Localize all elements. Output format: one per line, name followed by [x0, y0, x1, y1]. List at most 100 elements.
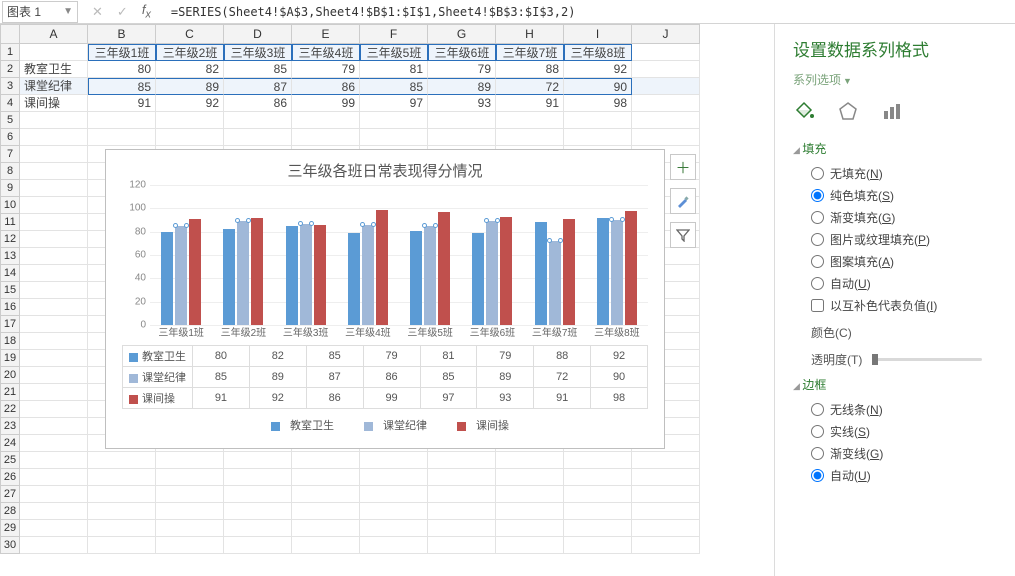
cell[interactable] — [632, 520, 700, 537]
bar-cluster[interactable] — [399, 185, 461, 325]
bar[interactable] — [348, 233, 360, 325]
cell[interactable] — [564, 469, 632, 486]
chart-plot-area[interactable]: 020406080100120 三年级1班三年级2班三年级3班三年级4班三年级5… — [106, 185, 664, 325]
row-header[interactable]: 3 — [0, 78, 20, 95]
cell[interactable] — [224, 469, 292, 486]
cell[interactable]: 79 — [428, 61, 496, 78]
cell[interactable] — [20, 197, 88, 214]
cell[interactable]: 三年级7班 — [496, 44, 564, 61]
cell[interactable]: 92 — [564, 61, 632, 78]
col-header[interactable]: I — [564, 24, 632, 44]
cell[interactable] — [88, 537, 156, 554]
chart-styles-button[interactable] — [670, 188, 696, 214]
cell[interactable]: 81 — [360, 61, 428, 78]
cell[interactable]: 93 — [428, 95, 496, 112]
bar[interactable] — [300, 224, 312, 326]
cell[interactable] — [224, 129, 292, 146]
cell[interactable] — [632, 537, 700, 554]
col-header[interactable]: A — [20, 24, 88, 44]
bar[interactable] — [237, 221, 249, 325]
cell[interactable]: 91 — [496, 95, 564, 112]
cell[interactable] — [20, 384, 88, 401]
cell[interactable] — [632, 452, 700, 469]
cell[interactable]: 课间操 — [20, 95, 88, 112]
bar-cluster[interactable] — [212, 185, 274, 325]
cell[interactable] — [20, 537, 88, 554]
cell[interactable]: 89 — [428, 78, 496, 95]
pane-subtitle[interactable]: 系列选项▼ — [793, 71, 997, 88]
cell[interactable]: 三年级3班 — [224, 44, 292, 61]
cell[interactable] — [360, 486, 428, 503]
cell[interactable] — [20, 452, 88, 469]
cell[interactable] — [88, 520, 156, 537]
cell[interactable]: 86 — [292, 78, 360, 95]
cell[interactable]: 79 — [292, 61, 360, 78]
row-header[interactable]: 10 — [0, 197, 20, 214]
cell[interactable] — [632, 112, 700, 129]
cell[interactable] — [224, 452, 292, 469]
row-header[interactable]: 11 — [0, 214, 20, 231]
cell[interactable] — [20, 367, 88, 384]
cell[interactable] — [20, 163, 88, 180]
cell[interactable] — [224, 486, 292, 503]
row-header[interactable]: 12 — [0, 231, 20, 248]
cell[interactable]: 89 — [156, 78, 224, 95]
cell[interactable] — [428, 486, 496, 503]
cell[interactable] — [428, 129, 496, 146]
series-options-tab-icon[interactable] — [881, 100, 903, 122]
cell[interactable] — [496, 520, 564, 537]
col-header[interactable]: B — [88, 24, 156, 44]
col-header[interactable]: D — [224, 24, 292, 44]
formula-input[interactable] — [165, 1, 1015, 23]
row-header[interactable]: 5 — [0, 112, 20, 129]
fill-pattern-option[interactable]: 图案填充(A) — [811, 253, 997, 270]
border-section-header[interactable]: 边框 — [793, 376, 997, 393]
effects-tab-icon[interactable] — [837, 100, 859, 122]
fill-solid-option[interactable]: 纯色填充(S) — [811, 187, 997, 204]
cell[interactable] — [292, 112, 360, 129]
bar[interactable] — [597, 218, 609, 325]
cell[interactable]: 85 — [224, 61, 292, 78]
cell[interactable] — [88, 129, 156, 146]
bar-cluster[interactable] — [586, 185, 648, 325]
border-solid-option[interactable]: 实线(S) — [811, 423, 997, 440]
col-header[interactable]: F — [360, 24, 428, 44]
cell[interactable] — [632, 95, 700, 112]
cell[interactable] — [632, 486, 700, 503]
bar[interactable] — [286, 226, 298, 325]
chart-title[interactable]: 三年级各班日常表现得分情况 — [106, 150, 664, 185]
row-header[interactable]: 8 — [0, 163, 20, 180]
cell[interactable] — [496, 112, 564, 129]
cell[interactable] — [20, 350, 88, 367]
bar[interactable] — [376, 210, 388, 326]
cell[interactable] — [20, 248, 88, 265]
chart-filter-button[interactable] — [670, 222, 696, 248]
cell[interactable] — [156, 520, 224, 537]
bar[interactable] — [362, 225, 374, 325]
cell[interactable] — [156, 503, 224, 520]
bar[interactable] — [161, 232, 173, 325]
row-header[interactable]: 21 — [0, 384, 20, 401]
cell[interactable] — [360, 537, 428, 554]
cell[interactable] — [20, 44, 88, 61]
cell[interactable] — [496, 129, 564, 146]
bar-cluster[interactable] — [337, 185, 399, 325]
cell[interactable]: 三年级8班 — [564, 44, 632, 61]
bar[interactable] — [438, 212, 450, 325]
name-box[interactable]: 图表 1 ▼ — [2, 1, 78, 23]
row-header[interactable]: 22 — [0, 401, 20, 418]
cell[interactable] — [292, 452, 360, 469]
col-header[interactable]: J — [632, 24, 700, 44]
bar[interactable] — [563, 219, 575, 325]
bar[interactable] — [251, 218, 263, 325]
legend-item[interactable]: 课间操 — [447, 420, 509, 432]
cell[interactable] — [224, 520, 292, 537]
cell[interactable] — [88, 469, 156, 486]
cell[interactable]: 82 — [156, 61, 224, 78]
row-header[interactable]: 13 — [0, 248, 20, 265]
cell[interactable] — [20, 503, 88, 520]
cell[interactable]: 88 — [496, 61, 564, 78]
cell[interactable] — [224, 503, 292, 520]
cell[interactable] — [496, 469, 564, 486]
row-header[interactable]: 4 — [0, 95, 20, 112]
